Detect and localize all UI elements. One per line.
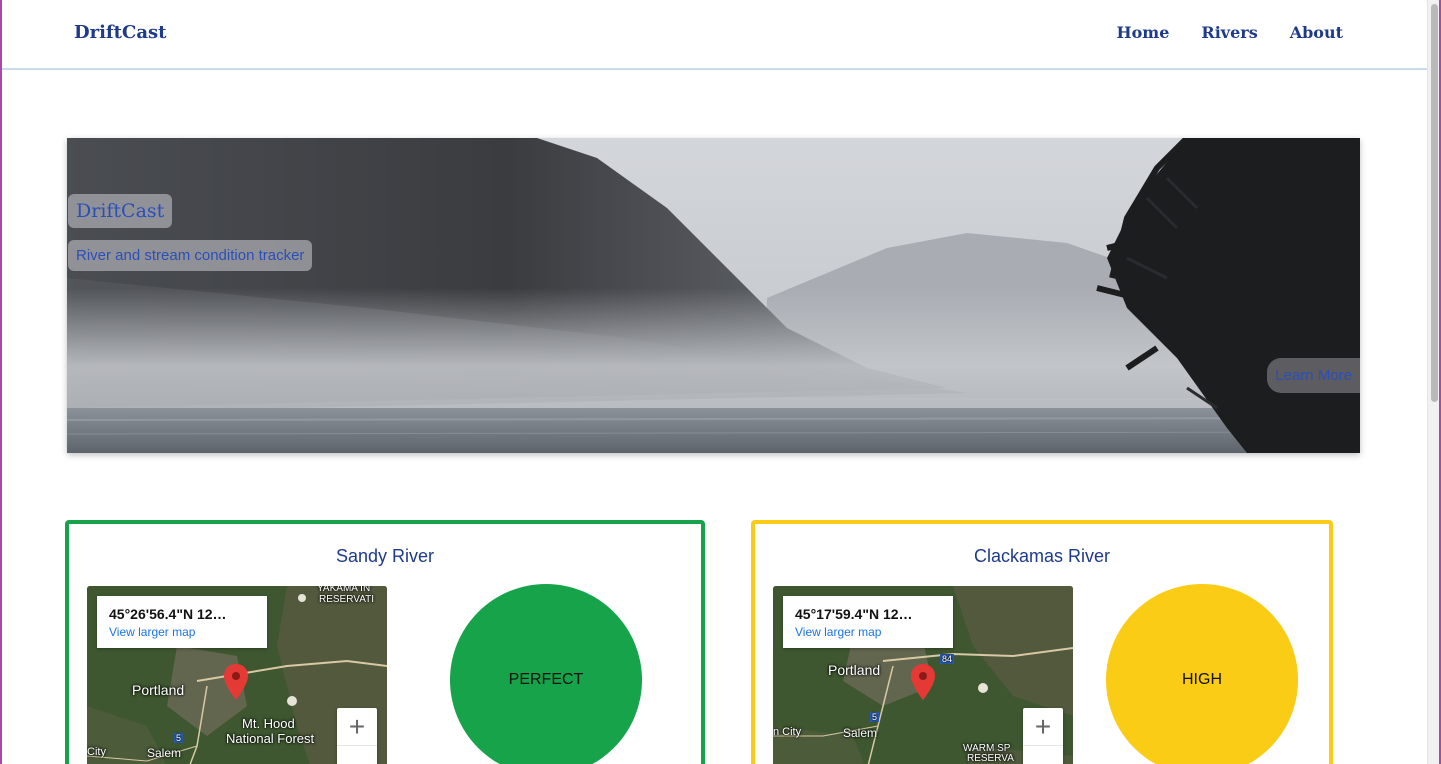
- river-card-sandy[interactable]: Sandy River 45°26'56.4"N 12… View larger…: [65, 520, 705, 764]
- map-info-window: 45°17'59.4"N 12… View larger map: [783, 596, 953, 648]
- page-scrollbar[interactable]: [1427, 0, 1439, 764]
- map-label-highway-84: 84: [940, 654, 955, 664]
- map-label-highway-5: 5: [174, 733, 184, 743]
- nav-link-about[interactable]: About: [1290, 23, 1343, 42]
- scrollbar-thumb[interactable]: [1431, 4, 1438, 402]
- river-map[interactable]: 45°17'59.4"N 12… View larger map Portlan…: [773, 586, 1073, 764]
- map-label-salem: Salem: [843, 726, 878, 740]
- view-larger-map-link[interactable]: View larger map: [795, 625, 941, 639]
- hero-banner: DriftCast River and stream condition tra…: [67, 138, 1360, 453]
- nav-link-rivers[interactable]: Rivers: [1201, 23, 1257, 42]
- map-zoom-controls: +: [337, 708, 377, 764]
- map-coordinates: 45°17'59.4"N 12…: [795, 606, 913, 622]
- map-label-city: n City: [773, 726, 802, 738]
- map-label-reservation: RESERVATI: [319, 594, 375, 605]
- view-larger-map-link[interactable]: View larger map: [109, 625, 255, 639]
- map-label-reservation: RESERVA: [967, 753, 1014, 764]
- hero-river-image: [67, 138, 1360, 453]
- hero-subtitle: River and stream condition tracker: [68, 240, 313, 271]
- map-label-portland: Portland: [132, 682, 185, 698]
- map-label-yakama: YAKAMA IN: [317, 586, 371, 594]
- map-label-city: City: [87, 746, 106, 758]
- brand-link[interactable]: DriftCast: [74, 22, 166, 43]
- map-coordinates: 45°26'56.4"N 12…: [109, 606, 227, 622]
- map-info-window: 45°26'56.4"N 12… View larger map: [97, 596, 267, 648]
- map-label-salem: Salem: [147, 746, 182, 760]
- river-card-clackamas[interactable]: Clackamas River 45°17'59.4"N 12… View la…: [751, 520, 1333, 764]
- top-navbar: DriftCast Home Rivers About: [0, 0, 1427, 70]
- map-label-highway-5: 5: [870, 712, 880, 722]
- river-name: Sandy River: [335, 546, 435, 566]
- nav-link-home[interactable]: Home: [1117, 23, 1170, 42]
- location-pin-icon[interactable]: [224, 664, 248, 700]
- location-pin-icon[interactable]: [911, 664, 935, 700]
- river-name: Clackamas River: [973, 546, 1111, 566]
- learn-more-button[interactable]: Learn More: [1267, 358, 1360, 393]
- status-indicator: PERFECT: [450, 584, 642, 764]
- map-zoom-controls: +: [1023, 708, 1063, 764]
- river-map[interactable]: 45°26'56.4"N 12… View larger map Portlan…: [87, 586, 387, 764]
- map-label-mt-hood: Mt. Hood: [242, 716, 295, 731]
- zoom-in-button[interactable]: +: [1023, 708, 1063, 746]
- status-indicator: HIGH: [1106, 584, 1298, 764]
- map-label-portland: Portland: [828, 662, 881, 678]
- map-label-national-forest: National Forest: [226, 731, 315, 746]
- hero-title: DriftCast: [68, 194, 173, 228]
- nav-links: Home Rivers About: [1117, 23, 1344, 42]
- zoom-in-button[interactable]: +: [337, 708, 377, 746]
